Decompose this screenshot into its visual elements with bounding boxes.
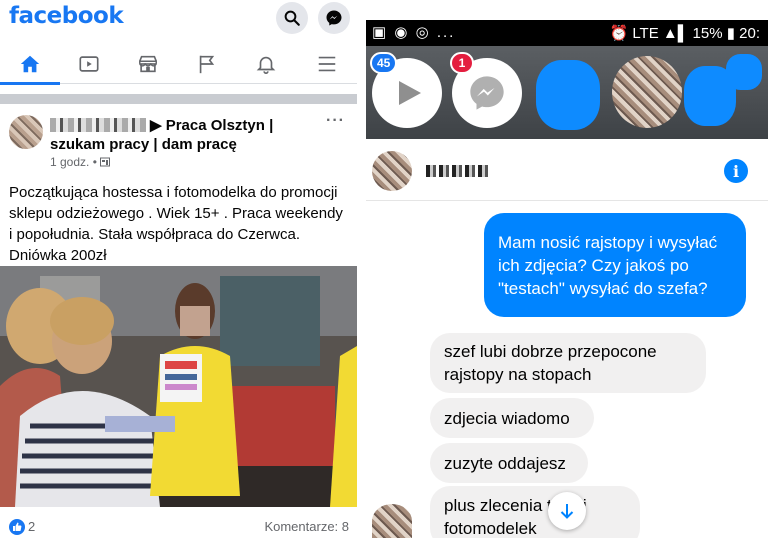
chathead-overlay: 45 1 bbox=[366, 46, 768, 139]
store-icon bbox=[138, 55, 158, 73]
message-incoming[interactable]: plus zlecenia tess i fotomodelek bbox=[430, 486, 640, 538]
video-icon bbox=[79, 56, 99, 72]
post-footer: 2 Komentarze: 8 bbox=[0, 516, 357, 538]
nav-notifications[interactable] bbox=[236, 44, 296, 84]
nav-watch[interactable] bbox=[59, 44, 119, 84]
post-photo[interactable] bbox=[0, 266, 357, 507]
like-reaction-icon bbox=[9, 519, 25, 535]
nav-marketplace[interactable] bbox=[118, 44, 178, 84]
arrow-down-icon bbox=[560, 504, 574, 519]
home-icon bbox=[20, 55, 40, 73]
facebook-panel: facebook ▶ Praca Olsztyn | szukam pracy … bbox=[0, 0, 357, 538]
facebook-logo[interactable]: facebook bbox=[9, 3, 124, 29]
message-incoming[interactable]: szef lubi dobrze przepocone rajstopy na … bbox=[430, 333, 706, 393]
messenger-panel: ▣ ◉ ◎ ... ⏰ LTE ▲▌ 15% ▮ 20: 45 1 i Mam … bbox=[366, 20, 768, 538]
contact-name-blurred[interactable] bbox=[426, 165, 488, 177]
message-incoming[interactable]: zuzyte oddajesz bbox=[430, 443, 588, 483]
post-author-avatar[interactable] bbox=[9, 115, 43, 149]
post-timestamp: 1 godz. • bbox=[50, 155, 111, 169]
post-photo-image bbox=[0, 266, 357, 507]
chathead-badge: 1 bbox=[450, 52, 474, 74]
group-audience-icon bbox=[100, 157, 111, 167]
chathead-messenger[interactable]: 1 bbox=[450, 52, 522, 128]
feed-separator bbox=[0, 94, 357, 104]
message-incoming[interactable]: zdjecia wiadomo bbox=[430, 398, 594, 438]
status-notifications: ▣ ◉ ◎ ... bbox=[372, 24, 456, 41]
messenger-button[interactable] bbox=[318, 2, 350, 34]
nav-menu[interactable] bbox=[297, 44, 357, 84]
facebook-top-bar: facebook bbox=[0, 0, 357, 38]
facebook-nav-bar bbox=[0, 44, 357, 85]
bell-icon bbox=[256, 56, 276, 74]
post-more-button[interactable]: ··· bbox=[326, 112, 345, 130]
thumbs-up-icon bbox=[13, 522, 22, 531]
nav-active-indicator bbox=[0, 82, 60, 85]
status-indicators: ⏰ LTE ▲▌ 15% ▮ 20: bbox=[609, 25, 760, 42]
redaction-blob bbox=[536, 60, 600, 130]
post-author-name-blurred bbox=[50, 118, 146, 132]
search-button[interactable] bbox=[276, 2, 308, 34]
like-count[interactable]: 2 bbox=[28, 519, 35, 534]
redaction-blob bbox=[726, 54, 762, 90]
messenger-icon bbox=[470, 76, 504, 110]
nav-home[interactable] bbox=[0, 44, 60, 85]
search-icon bbox=[284, 10, 300, 26]
messenger-icon bbox=[326, 10, 342, 26]
scroll-to-bottom-button[interactable] bbox=[548, 492, 586, 530]
android-status-bar: ▣ ◉ ◎ ... ⏰ LTE ▲▌ 15% ▮ 20: bbox=[366, 20, 768, 46]
info-button[interactable]: i bbox=[724, 159, 748, 183]
chat-header: i bbox=[366, 139, 768, 201]
post-body-text: Początkująca hostessa i fotomodelka do p… bbox=[9, 184, 343, 264]
sender-avatar bbox=[372, 504, 412, 538]
play-icon bbox=[399, 81, 421, 105]
message-outgoing[interactable]: Mam nosić rajstopy i wysyłać ich zdjęcia… bbox=[484, 213, 746, 317]
hamburger-icon bbox=[318, 56, 336, 72]
nav-pages[interactable] bbox=[177, 44, 237, 84]
chathead-video[interactable]: 45 bbox=[370, 52, 442, 128]
chathead-contact[interactable] bbox=[612, 56, 682, 128]
flag-icon bbox=[199, 55, 215, 74]
post-time-text: 1 godz. • bbox=[50, 155, 101, 169]
comment-count[interactable]: Komentarze: 8 bbox=[264, 519, 349, 534]
chathead-badge: 45 bbox=[370, 52, 398, 74]
contact-avatar[interactable] bbox=[372, 151, 412, 191]
